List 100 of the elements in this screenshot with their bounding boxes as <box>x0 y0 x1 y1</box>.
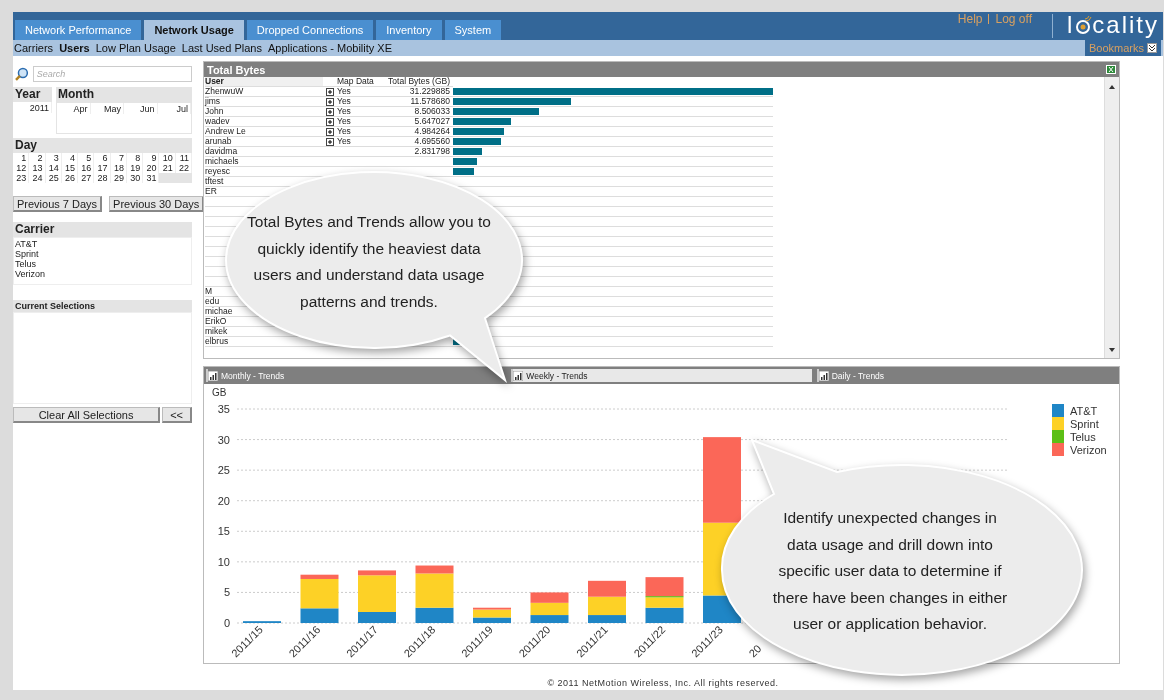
table-cell: wadev <box>205 116 230 126</box>
sub-nav-link[interactable]: Last Used Plans <box>180 42 267 54</box>
table-cell: ZhenwuW <box>205 86 244 96</box>
table-cell: M <box>205 286 213 296</box>
list-value[interactable]: 20 <box>143 163 160 173</box>
column-header: Total Bytes (GB) <box>385 77 453 87</box>
table-cell: 4.984264 <box>414 126 450 136</box>
callout-text: Identify unexpected changes in data usage and drill down into specific user data to determine if there have been changes in either user or application behavior. <box>771 508 1009 634</box>
chart-tab[interactable]: Weekly - Trends <box>511 369 812 382</box>
list-value[interactable]: Jun <box>124 103 158 114</box>
axis-tick-label: 0 <box>223 617 230 629</box>
legend-label: Verizon <box>1070 444 1107 456</box>
table-cell: elbrus <box>205 336 229 346</box>
sub-nav-link[interactable]: Carriers <box>13 42 59 54</box>
table-cell: 11.578680 <box>410 96 450 106</box>
list-value[interactable]: 23 <box>13 173 30 183</box>
table-cell: mikek <box>205 326 228 336</box>
copyright-text: © 2011 NetMotion Wireless, Inc. All rights reserved. <box>546 678 780 690</box>
date-range-button[interactable]: Previous 30 Days <box>109 196 205 212</box>
axis-title: GB <box>212 387 227 398</box>
sub-nav-link[interactable]: Applications - Mobility XE <box>266 42 398 54</box>
table-cell: John <box>205 106 224 116</box>
list-value[interactable]: 15 <box>61 163 79 173</box>
list-value[interactable]: Jul <box>157 103 191 114</box>
axis-tick-label: 15 <box>217 525 230 538</box>
table-cell: 8.506033 <box>414 106 450 116</box>
list-value[interactable]: 4 <box>61 153 79 163</box>
list-value[interactable]: 2011 <box>13 102 52 113</box>
list-value[interactable]: 13 <box>29 163 46 173</box>
search-field[interactable]: Search <box>32 66 192 82</box>
sub-nav-link[interactable]: Users <box>58 42 95 54</box>
list-value[interactable]: 30 <box>126 173 144 183</box>
table-cell: michae <box>205 306 233 316</box>
axis-tick-label: 5 <box>223 586 230 599</box>
list-value[interactable]: 5 <box>78 153 95 163</box>
list-value[interactable]: May <box>90 103 124 114</box>
axis-tick-label: 35 <box>217 403 230 415</box>
list-value[interactable]: Telus <box>14 259 191 269</box>
table-cell: ErikO <box>205 316 227 326</box>
table-cell: tftest <box>205 176 224 186</box>
list-value[interactable]: 3 <box>45 153 62 163</box>
list-value[interactable]: 14 <box>45 163 62 173</box>
table-cell: michaels <box>205 156 239 166</box>
table-cell: Yes <box>337 117 351 126</box>
list-value[interactable]: 18 <box>110 163 127 173</box>
collapse-button[interactable]: << <box>162 407 192 423</box>
list-value[interactable]: AT&T <box>14 239 191 249</box>
list-value[interactable]: 8 <box>126 153 144 163</box>
table-cell: 5.647027 <box>414 116 450 126</box>
table-cell: davidma <box>205 146 238 156</box>
table-cell: arunab <box>205 136 232 146</box>
logo-text: cality <box>1092 11 1159 39</box>
list-value[interactable]: 1 <box>13 153 30 163</box>
logo-text: l <box>1066 11 1075 39</box>
axis-tick-label: 20 <box>217 494 230 507</box>
list-value[interactable]: Sprint <box>14 249 191 259</box>
column-header: User <box>205 77 323 87</box>
list-value[interactable]: 27 <box>78 173 95 183</box>
list-value[interactable]: 29 <box>110 173 127 183</box>
list-header: Year <box>13 87 52 102</box>
nav-tab[interactable]: Network Usage <box>144 20 244 40</box>
table-cell: 2.831798 <box>414 146 450 156</box>
list-value[interactable]: 28 <box>94 173 111 183</box>
table-cell: Yes <box>337 87 351 96</box>
clear-button[interactable]: Clear All Selections <box>13 407 161 423</box>
sub-nav-link[interactable]: Low Plan Usage <box>94 42 181 54</box>
table-cell: jims <box>205 96 221 106</box>
list-value[interactable]: 2 <box>29 153 46 163</box>
list-value[interactable]: 19 <box>126 163 144 173</box>
list-header: Carrier <box>13 222 192 237</box>
list-value[interactable]: 9 <box>143 153 160 163</box>
list-value[interactable]: 11 <box>175 153 192 163</box>
list-value[interactable]: 25 <box>45 173 62 183</box>
list-value[interactable]: 6 <box>94 153 111 163</box>
list-header: Month <box>56 87 192 102</box>
list-value[interactable]: 10 <box>159 153 176 163</box>
table-cell: 31.229885 <box>409 86 450 96</box>
chart-tab[interactable]: Daily - Trends <box>816 369 1117 382</box>
date-range-button[interactable]: Previous 7 Days <box>13 196 103 212</box>
list-value[interactable]: 26 <box>61 173 79 183</box>
table-cell: Andrew Le <box>205 126 246 136</box>
table-cell: reyesc <box>205 166 231 176</box>
table-cell: Yes <box>337 127 351 136</box>
axis-label: 20 <box>746 642 764 660</box>
table-cell: edu <box>205 296 220 306</box>
list-value[interactable]: 17 <box>94 163 111 173</box>
list-value[interactable]: 16 <box>78 163 95 173</box>
callout-text: Total Bytes and Trends allow you to quickly identify the heaviest data users and understand data usage patterns and trends. <box>246 212 492 312</box>
legend-label: AT&T <box>1070 405 1098 417</box>
list-header: Day <box>13 138 192 153</box>
list-value[interactable]: 7 <box>110 153 127 163</box>
table-cell: ER <box>205 186 217 196</box>
list-value[interactable]: 12 <box>13 163 30 173</box>
list-value[interactable]: Verizon <box>14 269 191 279</box>
axis-tick-label: 25 <box>217 464 230 477</box>
list-value[interactable]: Apr <box>57 103 91 114</box>
legend-label: Telus <box>1070 431 1096 443</box>
legend-label: Sprint <box>1070 418 1099 430</box>
column-header: Map Data <box>323 77 385 87</box>
list-value[interactable]: 24 <box>29 173 46 183</box>
